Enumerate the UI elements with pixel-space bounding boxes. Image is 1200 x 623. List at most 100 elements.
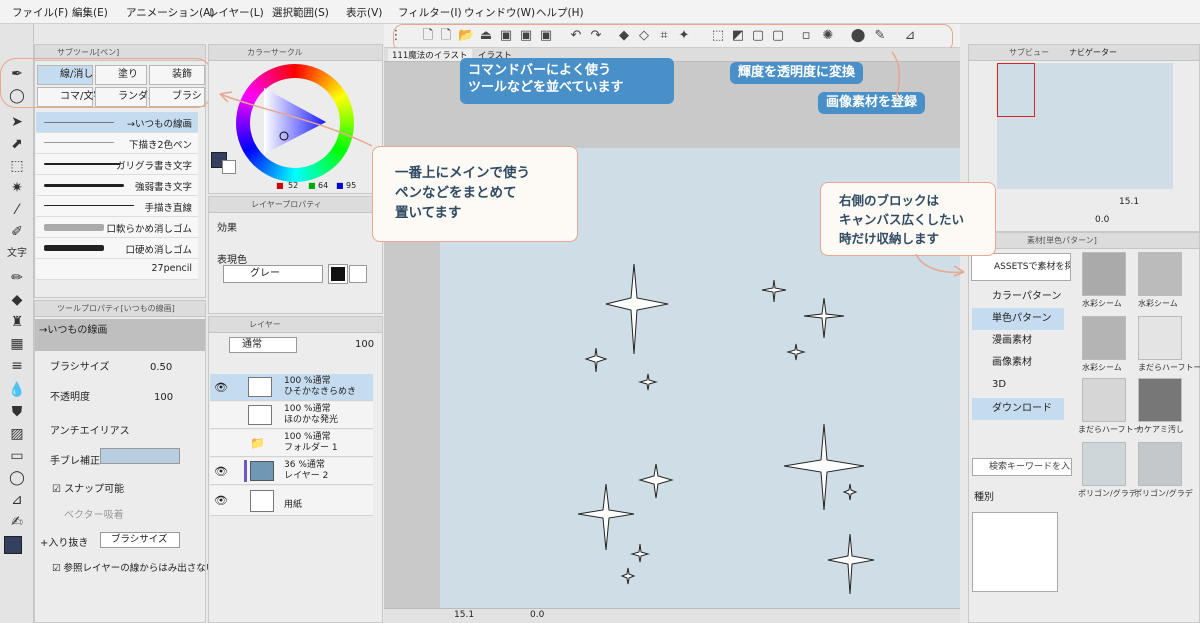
material-thumb[interactable] — [1138, 378, 1182, 422]
main-color-swatch[interactable] — [4, 536, 22, 554]
menu-view[interactable]: 表示(V) — [346, 5, 382, 20]
folder-icon: 📁 — [250, 436, 265, 450]
canvas-zoom[interactable]: 15.1 — [454, 610, 474, 620]
ruler-tool-icon[interactable]: ⊿ — [6, 490, 28, 510]
material-tree-item[interactable]: 画像素材 — [972, 352, 1064, 374]
ref-layer-checkbox[interactable]: ☑ 参照レイヤーの線からはみ出さない — [52, 560, 215, 574]
shape-icon[interactable]: ▭ — [6, 446, 28, 466]
color-sub-swatch[interactable] — [222, 160, 236, 174]
material-tree-item[interactable]: 漫画素材 — [972, 330, 1064, 352]
material-tree-item[interactable]: カラーパターン — [972, 286, 1064, 308]
material-thumb[interactable] — [1082, 378, 1126, 422]
menu-file[interactable]: ファイル(F) — [12, 5, 68, 20]
navigator-zoom[interactable]: 15.1 — [1119, 197, 1139, 207]
color-circle-tab-label: カラーサークル — [247, 48, 303, 57]
opacity-value[interactable]: 100 — [154, 392, 173, 403]
material-thumb[interactable] — [1138, 316, 1182, 360]
brush-item[interactable]: 下描き2色ペン — [36, 133, 198, 154]
taper-row[interactable]: +入り抜き — [40, 534, 88, 549]
eye-icon[interactable]: 👁 — [214, 494, 228, 507]
correct-line-icon[interactable]: ✍ — [6, 512, 28, 532]
brush-item[interactable]: 強弱書き文字 — [36, 175, 198, 196]
canvas-angle[interactable]: 0.0 — [530, 610, 544, 620]
assets-label: ASSETSで素材を探 — [994, 262, 1071, 272]
object-tool-icon[interactable]: ⬈ — [6, 134, 28, 154]
layer-row[interactable]: 👁 36 %通常 レイヤー 2 — [210, 458, 373, 485]
menu-window[interactable]: ウィンドウ(W) — [464, 5, 535, 20]
material-tree-item[interactable]: ダウンロード — [972, 398, 1064, 420]
material-tab-label: 素材[単色パターン] — [1027, 236, 1097, 245]
move-tool-icon[interactable]: ➤ — [6, 112, 28, 132]
stabilization-slider[interactable] — [100, 448, 180, 464]
taper-value: ブラシサイズ — [111, 534, 168, 545]
pencil-icon[interactable]: ✏ — [6, 268, 28, 288]
menu-help[interactable]: ヘルプ(H) — [536, 5, 584, 20]
menu-layer[interactable]: レイヤー(L) — [208, 5, 264, 20]
layer-row[interactable]: 👁 100 %通常 ひそかなきらめき — [210, 374, 373, 401]
material-tree-item[interactable]: 3D — [972, 374, 1064, 396]
color-circle-tab: カラーサークル — [209, 45, 382, 61]
navigator-tab: サブビュー ナビゲーター — [969, 45, 1199, 61]
white-swatch[interactable] — [349, 265, 367, 283]
callout-luminance: 輝度を透明度に変換 — [730, 62, 864, 84]
layer-property-tab: レイヤープロパティ — [209, 197, 382, 213]
eyedropper-icon[interactable]: ⁄ — [6, 200, 28, 220]
brush-item[interactable]: 口硬め消しゴム — [36, 238, 198, 259]
layer-row[interactable]: 100 %通常 ほのかな発光 — [210, 402, 373, 429]
material-tree-item[interactable]: 単色パターン — [972, 308, 1064, 330]
blend-mode-select[interactable]: 通常 — [229, 337, 297, 353]
brush-item[interactable]: 27pencil — [36, 259, 198, 280]
balloon-icon[interactable]: ◯ — [6, 468, 28, 488]
eraser-icon[interactable]: ◆ — [6, 290, 28, 310]
taper-select[interactable]: ブラシサイズ — [100, 532, 180, 548]
fill-bucket-icon[interactable]: ⛊ — [6, 402, 28, 422]
eye-icon[interactable]: 👁 — [214, 381, 228, 394]
material-thumb[interactable] — [1138, 252, 1182, 296]
brush-item[interactable]: ガリグラ書き文字 — [36, 154, 198, 175]
black-swatch[interactable] — [328, 264, 348, 284]
saturation-triangle[interactable] — [262, 86, 328, 156]
hatching-icon[interactable]: ≡ — [6, 356, 28, 376]
layer-opacity-value[interactable]: 100 — [355, 339, 374, 350]
layer-name: 100 %通常 ほのかな発光 — [284, 404, 338, 426]
brush-size-value[interactable]: 0.50 — [150, 362, 172, 373]
layer-row[interactable]: 👁 用紙 — [210, 486, 373, 516]
layer-row[interactable]: 📁 100 %通常 フォルダー 1 — [210, 430, 373, 457]
pen-icon[interactable]: ✐ — [6, 222, 28, 242]
snap-checkbox[interactable]: ☑ スナップ可能 — [52, 480, 124, 495]
layer-line1: 100 %通常 — [284, 404, 331, 414]
menu-animation[interactable]: アニメーション(A) — [126, 5, 214, 20]
magic-wand-icon[interactable]: ✷ — [6, 178, 28, 198]
menu-filter[interactable]: フィルター(I) — [398, 5, 462, 20]
subview-tab-label[interactable]: サブビュー — [1009, 47, 1049, 58]
select-tool-icon[interactable]: ⬚ — [6, 156, 28, 176]
pattern-icon[interactable]: ▦ — [6, 334, 28, 354]
canvas-tab-1[interactable]: 111魔法のイラスト — [388, 49, 472, 61]
layer-name: 100 %通常 フォルダー 1 — [284, 432, 338, 454]
brush-item[interactable]: →いつもの線画 — [36, 112, 198, 133]
brush-item[interactable]: 手描き直線 — [36, 196, 198, 217]
menu-selection[interactable]: 選択範囲(S) — [272, 5, 329, 20]
navigator-viewport[interactable] — [997, 63, 1035, 117]
material-search-input[interactable]: 検索キーワードを入力 — [972, 458, 1072, 476]
navigator-angle[interactable]: 0.0 — [1095, 215, 1109, 225]
material-thumb[interactable] — [1082, 442, 1126, 486]
brush-item[interactable]: 口軟らかめ消しゴム — [36, 217, 198, 238]
stamp-icon[interactable]: ♜ — [6, 312, 28, 332]
menu-edit[interactable]: 編集(E) — [72, 5, 108, 20]
red-value: 52 — [288, 181, 299, 190]
text-tool-icon[interactable]: 文字 — [6, 244, 28, 264]
assets-button[interactable]: ASSETSで素材を探 — [971, 253, 1071, 281]
material-thumb[interactable] — [1082, 316, 1126, 360]
eye-icon[interactable]: 👁 — [214, 465, 228, 478]
thumb-label: まだらハーフトー — [1078, 425, 1142, 434]
navigator-tab-label[interactable]: ナビゲーター — [1069, 47, 1117, 58]
green-marker: ■ — [308, 181, 316, 190]
material-thumb[interactable] — [1138, 442, 1182, 486]
kind-list[interactable] — [972, 512, 1058, 592]
preset-label: →いつもの線画 — [39, 325, 108, 336]
blend-icon[interactable]: 💧 — [6, 380, 28, 400]
material-thumb[interactable] — [1082, 252, 1126, 296]
gradient-icon[interactable]: ▨ — [6, 424, 28, 444]
expression-select[interactable]: グレー — [223, 265, 323, 283]
